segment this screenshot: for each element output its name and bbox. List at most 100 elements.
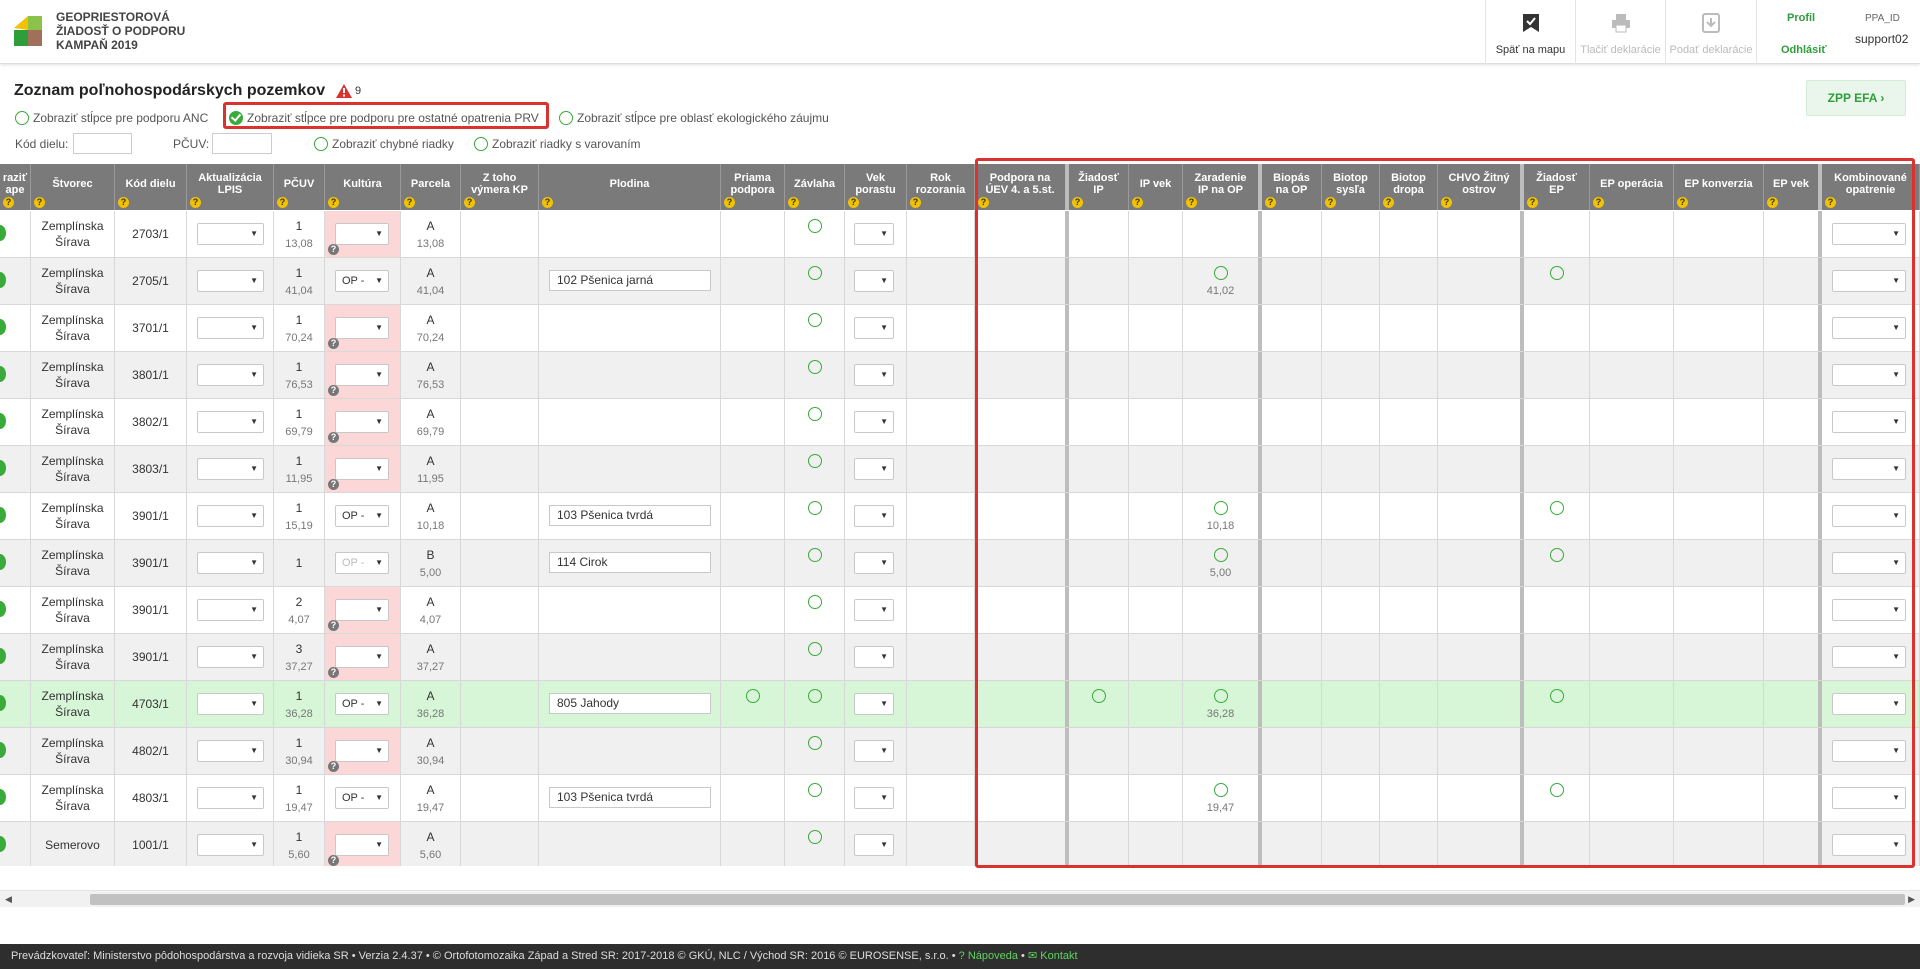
kultura-select[interactable]: OP -	[335, 505, 389, 527]
help-question-icon[interactable]: ?	[1383, 197, 1394, 208]
help-question-icon[interactable]: ?	[1677, 197, 1688, 208]
kultura-select[interactable]: OP -	[335, 693, 389, 715]
lpis-update-select[interactable]	[197, 505, 264, 527]
column-header-parcela[interactable]: Parcela?	[401, 164, 461, 210]
logout-link[interactable]: Odhlásiť	[1781, 44, 1827, 56]
table-row[interactable]: Zemplínska Šírava4703/1136,28OP -A36,288…	[0, 681, 1920, 728]
kombinovane-select[interactable]	[1832, 411, 1906, 433]
map-pin-icon[interactable]	[0, 601, 6, 617]
column-header-pcuv[interactable]: PČUV?	[274, 164, 325, 210]
vek-porastu-select[interactable]	[854, 505, 894, 527]
map-pin-icon[interactable]	[0, 836, 6, 852]
option-show-warnings[interactable]: Zobraziť riadky s varovaním	[474, 136, 641, 152]
map-pin-icon[interactable]	[0, 695, 6, 711]
help-question-icon[interactable]: ?	[328, 197, 339, 208]
table-row[interactable]: Zemplínska Šírava3801/1176,53?A76,53	[0, 352, 1920, 399]
vek-porastu-select[interactable]	[854, 411, 894, 433]
kombinovane-select[interactable]	[1832, 317, 1906, 339]
help-question-icon[interactable]: ?	[1825, 197, 1836, 208]
kultura-select[interactable]	[335, 458, 389, 480]
help-question-icon[interactable]: ?	[1441, 197, 1452, 208]
help-question-icon[interactable]: ?	[404, 197, 415, 208]
map-pin-icon[interactable]	[0, 648, 6, 664]
plodina-input[interactable]: 114 Cirok	[549, 552, 711, 573]
kultura-select[interactable]	[335, 599, 389, 621]
kultura-select[interactable]	[335, 364, 389, 386]
plodina-input[interactable]: 103 Pšenica tvrdá	[549, 787, 711, 808]
map-pin-icon[interactable]	[0, 554, 6, 570]
map-pin-icon[interactable]	[0, 366, 6, 382]
table-row[interactable]: Zemplínska Šírava3701/1170,24?A70,24	[0, 305, 1920, 352]
help-question-icon[interactable]: ?	[3, 197, 14, 208]
kultura-select[interactable]: OP -	[335, 270, 389, 292]
horizontal-scrollbar[interactable]: ◀ ▶	[0, 890, 1920, 907]
help-question-icon[interactable]: ?	[1186, 197, 1197, 208]
lpis-update-select[interactable]	[197, 223, 264, 245]
table-row[interactable]: Zemplínska Šírava2703/1113,08?A13,08	[0, 211, 1920, 258]
back-to-map-button[interactable]: Späť na mapu	[1485, 0, 1575, 64]
map-pin-icon[interactable]	[0, 225, 6, 241]
column-header-ep-vek[interactable]: EP vek?	[1764, 164, 1822, 210]
column-header-biotop-sysla[interactable]: Biotop sysľa?	[1322, 164, 1380, 210]
help-question-icon[interactable]: ?	[724, 197, 735, 208]
help-question-icon[interactable]: ?	[464, 197, 475, 208]
lpis-update-select[interactable]	[197, 458, 264, 480]
map-pin-icon[interactable]	[0, 507, 6, 523]
table-row[interactable]: Zemplínska Šírava3803/1111,95?A11,95	[0, 446, 1920, 493]
help-question-icon[interactable]: ?	[328, 761, 339, 772]
vek-porastu-select[interactable]	[854, 458, 894, 480]
plodina-input[interactable]: 805 Jahody	[549, 693, 711, 714]
vek-porastu-select[interactable]	[854, 599, 894, 621]
help-question-icon[interactable]: ?	[788, 197, 799, 208]
help-question-icon[interactable]: ?	[328, 620, 339, 631]
kombinovane-select[interactable]	[1832, 364, 1906, 386]
column-header-zavlaha[interactable]: Závlaha?	[785, 164, 845, 210]
column-header-rok-rozorania[interactable]: Rok rozorania?	[907, 164, 975, 210]
help-question-icon[interactable]: ?	[328, 244, 339, 255]
kombinovane-select[interactable]	[1832, 223, 1906, 245]
column-header-priama[interactable]: Priama podpora?	[721, 164, 785, 210]
table-row[interactable]: Zemplínska Šírava3901/1115,19OP -A10,181…	[0, 493, 1920, 540]
help-question-icon[interactable]: ?	[1072, 197, 1083, 208]
help-question-icon[interactable]: ?	[328, 479, 339, 490]
vek-porastu-select[interactable]	[854, 646, 894, 668]
help-question-icon[interactable]: ?	[328, 432, 339, 443]
help-question-icon[interactable]: ?	[190, 197, 201, 208]
option-show-efa[interactable]: Zobraziť stĺpce pre oblasť ekologického …	[559, 110, 829, 126]
column-header-stvorec[interactable]: Štvorec?	[31, 164, 115, 210]
column-header-vek-porastu[interactable]: Vek porastu?	[845, 164, 907, 210]
vek-porastu-select[interactable]	[854, 740, 894, 762]
kombinovane-select[interactable]	[1832, 646, 1906, 668]
column-header-plodina[interactable]: Plodina?	[539, 164, 721, 210]
help-link[interactable]: Nápoveda	[968, 950, 1018, 962]
contact-link[interactable]: Kontakt	[1040, 950, 1077, 962]
map-pin-icon[interactable]	[0, 742, 6, 758]
map-pin-icon[interactable]	[0, 413, 6, 429]
map-pin-icon[interactable]	[0, 272, 6, 288]
column-header-podpora-uev[interactable]: Podpora na ÚEV 4. a 5.st.?	[975, 164, 1069, 210]
kultura-select[interactable]	[335, 317, 389, 339]
filter-pcuv-input[interactable]	[212, 133, 272, 154]
lpis-update-select[interactable]	[197, 364, 264, 386]
column-header-kod-dielu[interactable]: Kód dielu?	[115, 164, 187, 210]
lpis-update-select[interactable]	[197, 270, 264, 292]
warning-icon[interactable]	[336, 84, 352, 98]
table-row[interactable]: Zemplínska Šírava3802/1169,79?A69,79	[0, 399, 1920, 446]
table-row[interactable]: Zemplínska Šírava2705/1141,04OP -A41,041…	[0, 258, 1920, 305]
column-header-zobrazit[interactable]: raziť ape?	[0, 164, 31, 210]
kombinovane-select[interactable]	[1832, 834, 1906, 856]
vek-porastu-select[interactable]	[854, 787, 894, 809]
zpp-efa-button[interactable]: ZPP EFA ›	[1806, 80, 1906, 116]
print-declarations-button[interactable]: Tlačiť deklarácie	[1575, 0, 1665, 64]
kultura-select[interactable]	[335, 411, 389, 433]
plodina-input[interactable]: 103 Pšenica tvrdá	[549, 505, 711, 526]
column-header-zaradenie-ip[interactable]: Zaradenie IP na OP?	[1183, 164, 1262, 210]
help-question-icon[interactable]: ?	[542, 197, 553, 208]
help-question-icon[interactable]: ?	[848, 197, 859, 208]
kultura-select[interactable]	[335, 646, 389, 668]
plodina-input[interactable]: 102 Pšenica jarná	[549, 270, 711, 291]
vek-porastu-select[interactable]	[854, 834, 894, 856]
table-row[interactable]: Zemplínska Šírava4803/1119,47OP -A19,471…	[0, 775, 1920, 822]
vek-porastu-select[interactable]	[854, 317, 894, 339]
column-header-biopas[interactable]: Biopás na OP?	[1262, 164, 1322, 210]
